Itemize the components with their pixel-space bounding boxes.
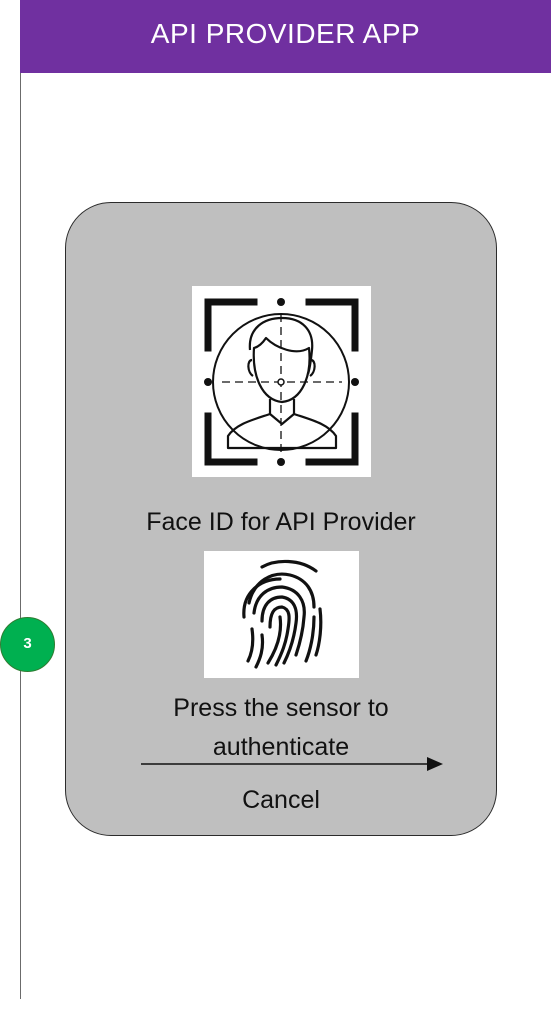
lifeline (20, 73, 21, 999)
sensor-prompt-line1: Press the sensor to (173, 694, 389, 722)
arrow-right-icon (141, 757, 443, 771)
step-badge: 3 (0, 617, 55, 672)
app-title: API PROVIDER APP (150, 18, 421, 49)
app-header: API PROVIDER APP (20, 0, 551, 73)
fingerprint-icon[interactable] (204, 551, 359, 678)
step-number: 3 (23, 635, 32, 652)
face-id-label: Face ID for API Provider (146, 508, 416, 536)
face-scan-icon (192, 286, 371, 477)
cancel-button[interactable]: Cancel (231, 786, 331, 820)
